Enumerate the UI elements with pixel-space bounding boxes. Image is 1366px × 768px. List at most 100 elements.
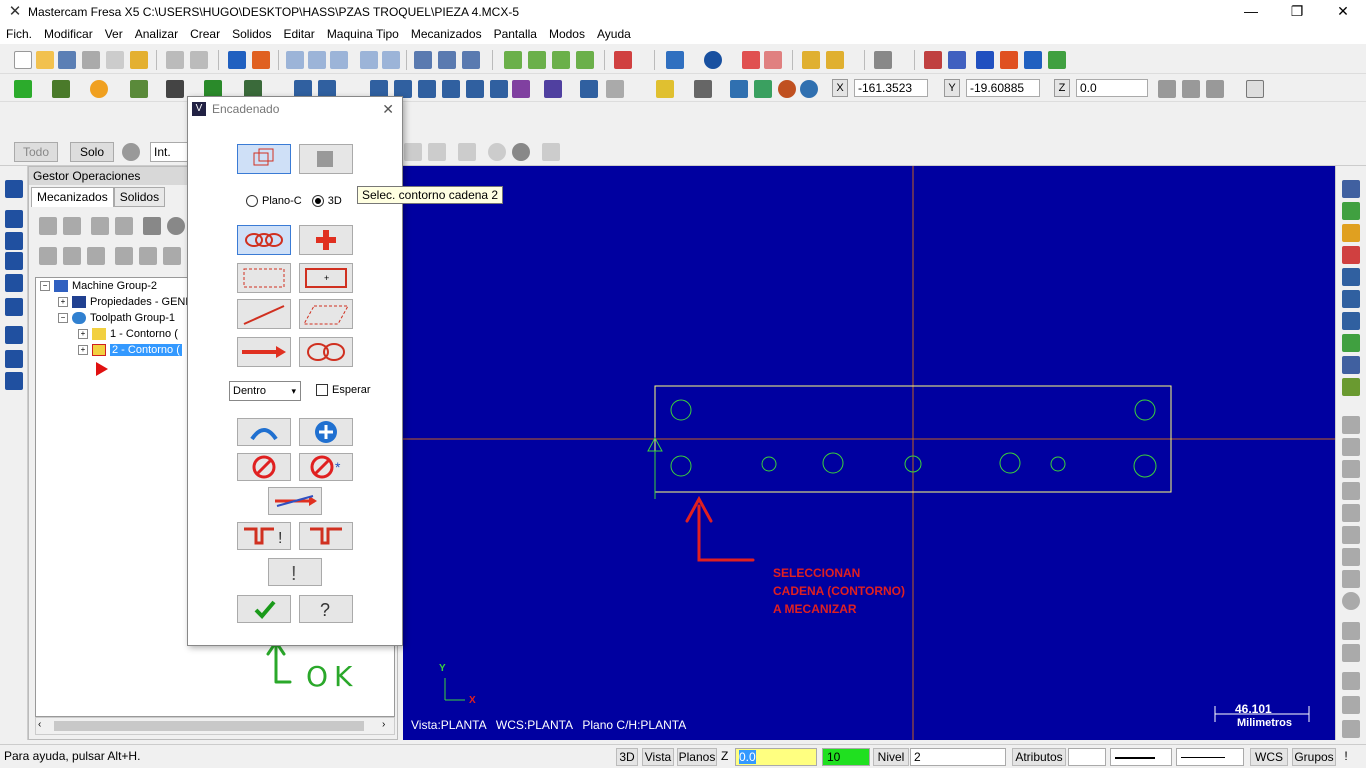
help-icon[interactable] [1246,80,1264,98]
undo-icon[interactable] [166,51,184,69]
link-icon[interactable] [1342,334,1360,352]
align-icon[interactable] [976,51,994,69]
pocket-icon[interactable] [5,252,23,270]
hole-circle[interactable] [1050,456,1066,472]
maximize-button[interactable]: ❐ [1274,0,1320,24]
top-view-icon[interactable] [528,51,546,69]
tab-solids[interactable]: Solidos [113,187,166,207]
solid-outline-icon[interactable] [764,51,782,69]
point-icon[interactable] [14,80,32,98]
tree-horizontal-scrollbar[interactable]: ‹ › [35,717,395,735]
attributes-button[interactable]: Atributos [1012,748,1066,766]
chain-options-button[interactable]: ! [237,522,291,550]
hidden-icon[interactable] [462,51,480,69]
menu-modes[interactable]: Modos [543,27,591,41]
menu-toolpaths[interactable]: Mecanizados [405,27,488,41]
select-cube-icon[interactable] [404,143,422,161]
tab-toolpaths[interactable]: Mecanizados [31,187,114,207]
collapse-icon[interactable]: − [58,313,68,323]
pencil-icon[interactable] [802,51,820,69]
y-coord-field[interactable]: -19.60885 [966,79,1040,97]
layer-icon[interactable] [1342,356,1360,374]
offset-icon[interactable] [466,80,484,98]
face-icon[interactable] [5,274,23,292]
redo-icon[interactable] [190,51,208,69]
scroll-left-icon[interactable]: ‹ [38,719,41,730]
tool14-icon[interactable] [1342,720,1360,738]
menu-file[interactable]: Fich. [0,27,38,41]
graphics-viewport[interactable]: SELECCIONAN CADENA (CONTORNO) A MECANIZA… [403,166,1335,740]
menu-edit[interactable]: Editar [277,27,320,41]
color-field[interactable]: 10 [822,748,870,766]
verify-icon[interactable] [5,372,23,390]
dialog-help-button[interactable]: ? [299,595,353,623]
verify-ops-icon[interactable] [115,217,133,235]
selection-mode-field[interactable]: Int. [150,142,190,162]
wait-checkbox[interactable] [316,384,328,396]
tool4-icon[interactable] [1342,482,1360,500]
area-mode-button[interactable]: + [299,263,353,293]
unselect-button[interactable] [237,453,291,481]
wcs-button[interactable]: WCS [1250,748,1288,766]
insert-arrow-marker-icon[interactable] [96,362,108,376]
select-all-button[interactable]: Todo [14,142,58,162]
clock-icon[interactable] [800,80,818,98]
drill-icon[interactable] [5,232,23,250]
rotate-icon[interactable] [418,80,436,98]
chain-feature-button[interactable]: ! [268,558,322,586]
save-icon[interactable] [58,51,76,69]
menu-solids[interactable]: Solidos [226,27,277,41]
color-icon[interactable] [1000,51,1018,69]
minimize-button[interactable]: — [1228,0,1274,24]
menu-view[interactable]: Ver [99,27,129,41]
surface-icon[interactable] [5,298,23,316]
add-icon[interactable] [1342,268,1360,286]
highfeed-icon[interactable] [167,217,185,235]
planes-button[interactable]: Planos [677,748,717,766]
backplot-icon[interactable] [5,350,23,368]
expand-icon[interactable]: + [78,345,88,355]
view-cube-icon[interactable] [614,51,632,69]
group-icon[interactable] [1342,312,1360,330]
shade-icon[interactable] [414,51,432,69]
line-icon[interactable] [52,80,70,98]
x-coord-field[interactable]: -161.3523 [854,79,928,97]
stretch-icon[interactable] [606,80,624,98]
line-width-select[interactable] [1176,748,1244,766]
properties-icon[interactable] [130,51,148,69]
partial-mode-button[interactable] [299,337,353,367]
iso-view-icon[interactable] [504,51,522,69]
no-post-icon[interactable] [87,247,105,265]
scale-icon[interactable] [442,80,460,98]
insert-arrow-icon[interactable] [163,247,181,265]
line-style-select[interactable] [1110,748,1172,766]
open-file-icon[interactable] [36,51,54,69]
regen-icon[interactable] [63,217,81,235]
tree-node-properties[interactable]: + Propiedades - GENE [58,296,193,308]
chain-mode-select[interactable]: Dentro ▾ [229,381,301,401]
backplot-ops-icon[interactable] [91,217,109,235]
repaint-icon[interactable] [252,51,270,69]
move-down-icon[interactable] [115,247,133,265]
fit-icon[interactable] [286,51,304,69]
drag-icon[interactable] [544,80,562,98]
reverse-chain-button[interactable] [268,487,322,515]
gear-icon[interactable] [122,143,140,161]
cube-blue-icon[interactable] [730,80,748,98]
snap-icon[interactable] [1158,80,1176,98]
add-chain-button[interactable] [299,418,353,446]
scroll-right-icon[interactable]: › [382,719,385,730]
solid-box-icon[interactable] [1342,202,1360,220]
3d-radio[interactable] [311,195,324,207]
wrench-icon[interactable] [1342,416,1360,434]
solid-red-icon[interactable] [742,51,760,69]
menu-machine-type[interactable]: Maquina Tipo [321,27,405,41]
tool-icon[interactable] [874,51,892,69]
hole-circle[interactable] [670,399,692,421]
level-icon[interactable] [1342,180,1360,198]
tool7-icon[interactable] [1342,548,1360,566]
unselect-last-button[interactable] [237,418,291,446]
menu-create[interactable]: Crear [184,27,226,41]
wireframe-mode-button[interactable] [237,144,291,174]
gview-button[interactable]: Vista [642,748,674,766]
